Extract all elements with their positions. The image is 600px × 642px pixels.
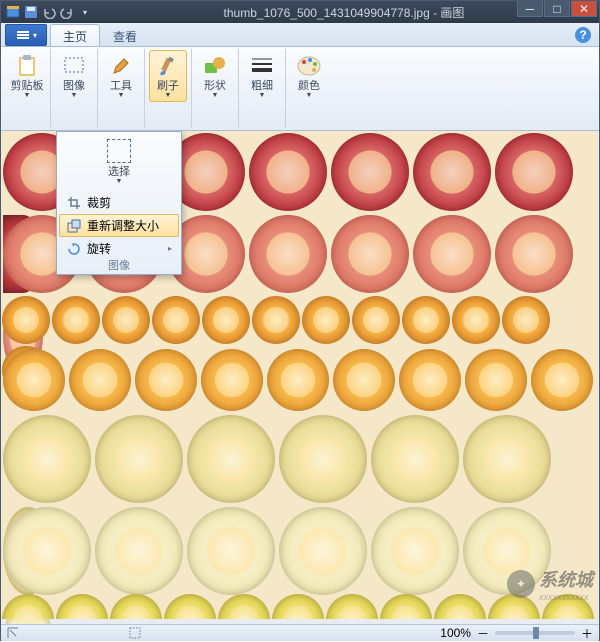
select-rect-icon xyxy=(107,139,131,163)
popup-select[interactable]: 选择 ▼ xyxy=(59,135,179,189)
status-coords xyxy=(7,627,19,639)
palette-icon xyxy=(296,53,322,79)
zoom-in-button[interactable]: ＋ xyxy=(581,625,593,642)
image-dropdown-popup: 选择 ▼ 裁剪 重新调整大小 旋转 ▸ 图像 xyxy=(56,131,182,275)
crop-icon xyxy=(66,195,82,211)
ribbon-tabs: ▾ 主页 查看 ? xyxy=(1,23,599,47)
clipboard-icon xyxy=(14,53,40,79)
brush-icon xyxy=(155,53,181,79)
watermark: ✦ 系统城 xxxxxxxxxxx xyxy=(507,566,593,602)
group-brushes: 刷子 ▼ xyxy=(145,49,192,128)
group-clipboard: 剪贴板 ▼ xyxy=(4,49,51,128)
redo-icon[interactable] xyxy=(59,4,75,20)
selection-size-icon xyxy=(129,627,141,639)
minimize-button[interactable]: ─ xyxy=(517,1,543,17)
window-controls: ─ □ ✕ xyxy=(517,1,597,17)
app-icon xyxy=(5,4,21,20)
status-selection xyxy=(129,627,141,639)
chevron-down-icon: ▼ xyxy=(306,92,313,99)
colors-button[interactable]: 颜色 ▼ xyxy=(290,50,328,102)
image-button[interactable]: 图像 ▼ xyxy=(55,50,93,102)
rotate-icon xyxy=(66,241,82,257)
group-tools: 工具 ▼ xyxy=(98,49,145,128)
brushes-button[interactable]: 刷子 ▼ xyxy=(149,50,187,102)
close-button[interactable]: ✕ xyxy=(571,1,597,17)
undo-icon[interactable] xyxy=(41,4,57,20)
thickness-icon xyxy=(249,53,275,79)
canvas-area[interactable]: 选择 ▼ 裁剪 重新调整大小 旋转 ▸ 图像 ✦ 系统城 xxxxxxxxxxx xyxy=(1,131,599,624)
tools-button[interactable]: 工具 ▼ xyxy=(102,50,140,102)
chevron-down-icon: ▼ xyxy=(71,92,78,99)
chevron-down-icon: ▼ xyxy=(212,92,219,99)
watermark-icon: ✦ xyxy=(507,570,535,598)
chevron-down-icon: ▼ xyxy=(165,92,172,99)
thickness-button[interactable]: 粗细 ▼ xyxy=(243,50,281,102)
popup-group-label: 图像 xyxy=(57,257,181,273)
save-icon[interactable] xyxy=(23,4,39,20)
title-bar: ▾ thumb_1076_500_1431049904778.jpg - 画图 … xyxy=(1,1,599,23)
chevron-down-icon: ▼ xyxy=(118,92,125,99)
group-thickness: 粗细 ▼ xyxy=(239,49,286,128)
zoom-slider[interactable] xyxy=(495,631,575,635)
shapes-icon xyxy=(202,53,228,79)
cursor-pos-icon xyxy=(7,627,19,639)
help-button[interactable]: ? xyxy=(575,27,591,43)
status-bar: 100% － ＋ xyxy=(1,624,599,641)
ribbon: 剪贴板 ▼ 图像 ▼ 工具 ▼ 刷子 ▼ 形状 ▼ xyxy=(1,47,599,131)
clipboard-button[interactable]: 剪贴板 ▼ xyxy=(8,50,46,102)
tab-home[interactable]: 主页 xyxy=(50,24,100,46)
maximize-button[interactable]: □ xyxy=(544,1,570,17)
group-colors: 颜色 ▼ xyxy=(286,49,332,128)
popup-resize[interactable]: 重新调整大小 xyxy=(59,214,179,237)
pencil-icon xyxy=(108,53,134,79)
zoom-level: 100% xyxy=(440,626,471,640)
group-image: 图像 ▼ xyxy=(51,49,98,128)
tab-view[interactable]: 查看 xyxy=(100,24,150,46)
popup-crop[interactable]: 裁剪 xyxy=(59,191,179,214)
zoom-out-button[interactable]: － xyxy=(477,625,489,642)
select-rect-icon xyxy=(61,53,87,79)
group-shapes: 形状 ▼ xyxy=(192,49,239,128)
resize-icon xyxy=(66,218,82,234)
qat-dropdown-icon[interactable]: ▾ xyxy=(77,4,93,20)
quick-access-toolbar: ▾ xyxy=(5,4,93,20)
chevron-down-icon: ▼ xyxy=(259,92,266,99)
chevron-down-icon: ▼ xyxy=(116,178,123,185)
file-menu-button[interactable]: ▾ xyxy=(5,24,47,46)
shapes-button[interactable]: 形状 ▼ xyxy=(196,50,234,102)
chevron-down-icon: ▼ xyxy=(24,92,31,99)
